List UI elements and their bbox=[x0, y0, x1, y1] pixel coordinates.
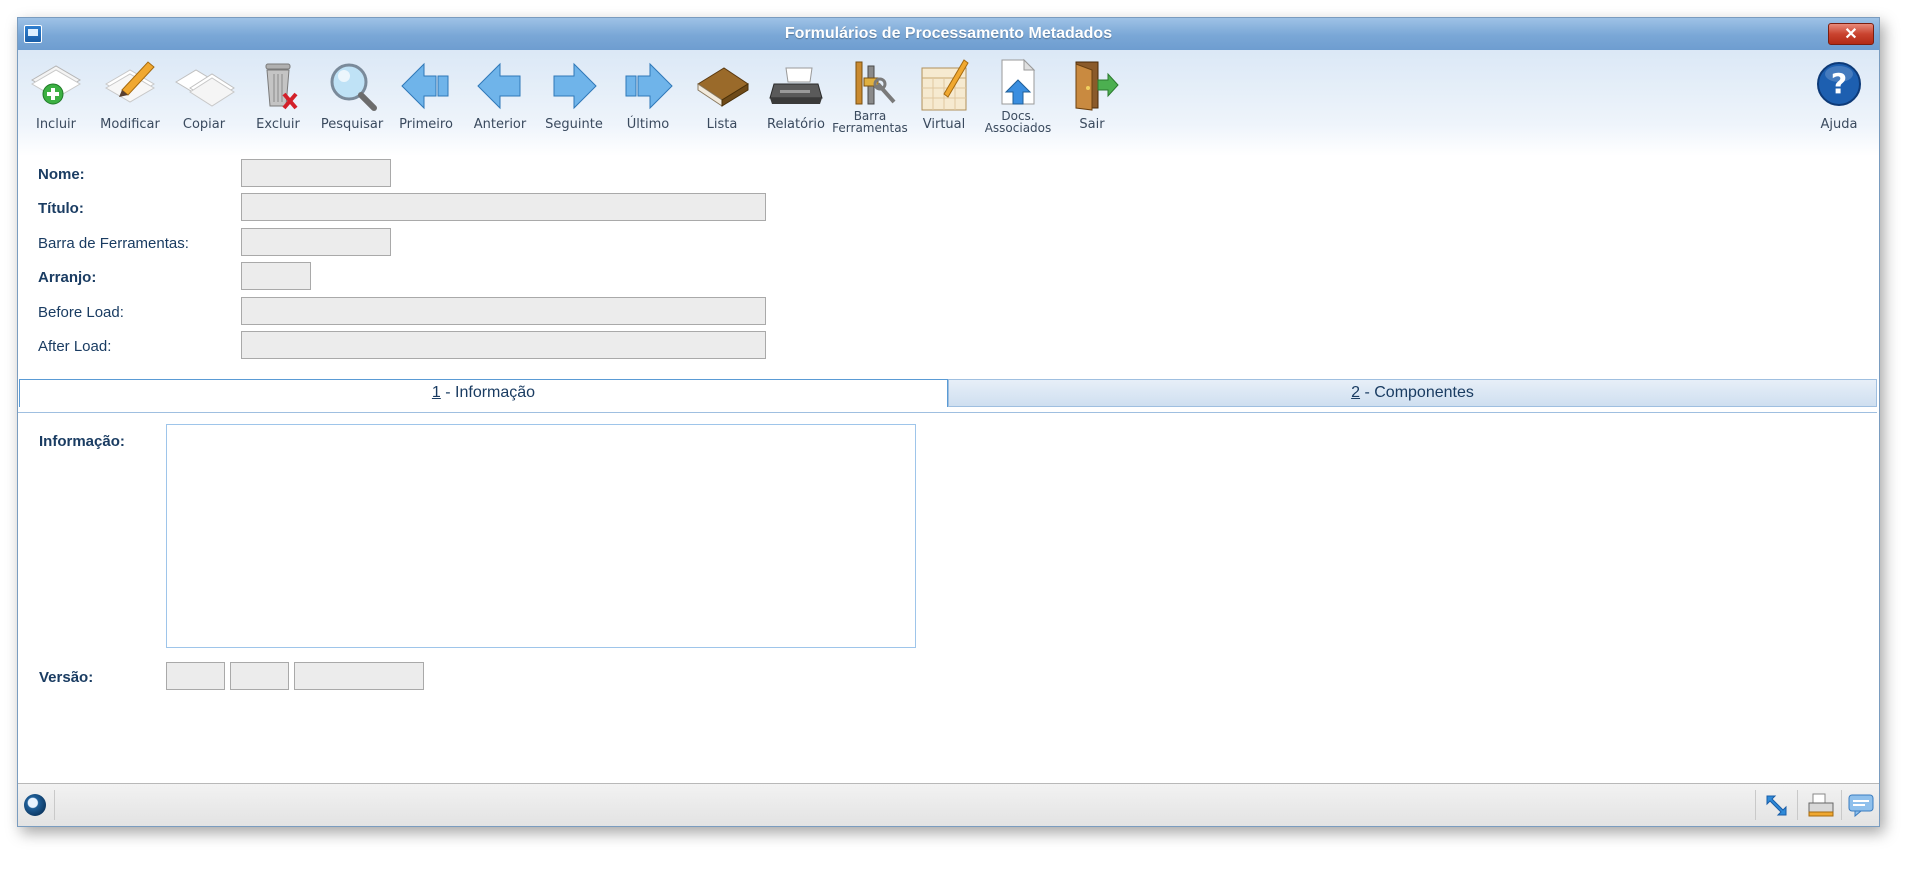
after-load-label: After Load: bbox=[38, 338, 112, 355]
add-icon bbox=[31, 65, 81, 105]
seguinte-button[interactable]: Seguinte bbox=[536, 54, 612, 150]
barra-ferramentas-label: Barra de Ferramentas: bbox=[38, 235, 189, 252]
before-load-label: Before Load: bbox=[38, 304, 124, 321]
printer-settings-icon[interactable] bbox=[1807, 792, 1835, 818]
lista-button[interactable]: Lista bbox=[684, 54, 760, 150]
tab-componentes-label: - Componentes bbox=[1360, 384, 1474, 401]
pesquisar-button[interactable]: Pesquisar bbox=[314, 54, 390, 150]
ultimo-label: Último bbox=[626, 117, 670, 132]
edit-icon bbox=[105, 61, 155, 103]
docs-associados-button[interactable]: Docs. Associados bbox=[980, 54, 1056, 150]
title-bar[interactable]: Formulários de Processamento Metadados ✕ bbox=[18, 18, 1879, 51]
barra-ferramentas-input[interactable] bbox=[241, 228, 391, 256]
tab-informacao-label: - Informação bbox=[440, 384, 536, 401]
sair-label: Sair bbox=[1079, 117, 1105, 132]
exit-door-icon bbox=[1075, 61, 1119, 111]
close-button[interactable]: ✕ bbox=[1828, 23, 1874, 45]
incluir-button[interactable]: Incluir bbox=[18, 54, 94, 150]
last-arrow-icon bbox=[625, 62, 673, 110]
window-title: Formulários de Processamento Metadados bbox=[784, 25, 1113, 42]
incluir-label: Incluir bbox=[35, 117, 77, 132]
versao-label: Versão: bbox=[39, 669, 94, 686]
ultimo-button[interactable]: Último bbox=[610, 54, 686, 150]
trash-icon bbox=[265, 63, 298, 110]
tab-informacao[interactable]: 1 - Informação bbox=[19, 379, 948, 407]
excluir-label: Excluir bbox=[256, 117, 300, 132]
barra-ferramentas-button[interactable]: Barra Ferramentas bbox=[832, 54, 908, 150]
primeiro-button[interactable]: Primeiro bbox=[388, 54, 464, 150]
titulo-label: Título: bbox=[38, 200, 84, 217]
informacao-label: Informação: bbox=[39, 433, 125, 450]
svg-text:?: ? bbox=[1831, 67, 1847, 100]
after-load-input[interactable] bbox=[241, 331, 766, 359]
pesquisar-label: Pesquisar bbox=[320, 117, 384, 132]
previous-arrow-icon bbox=[477, 62, 521, 110]
ajuda-label: Ajuda bbox=[1820, 117, 1858, 132]
anterior-label: Anterior bbox=[473, 117, 527, 132]
status-separator bbox=[54, 790, 55, 820]
relatorio-label: Relatório bbox=[767, 117, 825, 132]
ajuda-button[interactable]: ? Ajuda bbox=[1801, 54, 1877, 150]
tab-componentes[interactable]: 2 - Componentes bbox=[948, 379, 1877, 407]
versao-minor-input[interactable] bbox=[230, 662, 289, 690]
versao-build-input[interactable] bbox=[294, 662, 424, 690]
chat-message-icon[interactable] bbox=[1847, 792, 1875, 818]
tab-informacao-key: 1 bbox=[431, 384, 441, 401]
nome-label: Nome: bbox=[38, 166, 85, 183]
first-arrow-icon bbox=[401, 62, 449, 110]
status-bar bbox=[18, 783, 1879, 826]
primeiro-label: Primeiro bbox=[399, 117, 453, 132]
before-load-input[interactable] bbox=[241, 297, 766, 325]
nome-input[interactable] bbox=[241, 159, 391, 187]
arranjo-label: Arranjo: bbox=[38, 269, 97, 286]
copy-icon bbox=[175, 69, 235, 107]
toolbar: Incluir Modificar Copiar Excluir Pesquis… bbox=[18, 50, 1879, 156]
barra-ferramentas-label-line2: Ferramentas bbox=[832, 121, 908, 135]
tools-icon bbox=[855, 61, 896, 105]
copiar-button[interactable]: Copiar bbox=[166, 54, 242, 150]
expand-arrow-icon[interactable] bbox=[1763, 792, 1791, 818]
virtual-icon bbox=[921, 59, 969, 111]
status-separator bbox=[1797, 790, 1798, 820]
docs-associados-label-line2: Associados bbox=[984, 121, 1052, 135]
tab-panel-informacao: Informação: Versão: bbox=[18, 412, 1877, 784]
status-separator bbox=[1841, 790, 1842, 820]
sair-button[interactable]: Sair bbox=[1054, 54, 1130, 150]
help-icon: ? bbox=[1817, 62, 1861, 106]
modificar-label: Modificar bbox=[100, 117, 160, 132]
book-icon bbox=[697, 67, 749, 107]
next-arrow-icon bbox=[553, 62, 597, 110]
docs-upload-icon bbox=[1001, 58, 1036, 105]
titulo-input[interactable] bbox=[241, 193, 766, 221]
modificar-button[interactable]: Modificar bbox=[92, 54, 168, 150]
lista-label: Lista bbox=[706, 117, 738, 132]
informacao-textarea[interactable] bbox=[166, 424, 916, 648]
virtual-button[interactable]: Virtual bbox=[906, 54, 982, 150]
arranjo-input[interactable] bbox=[241, 262, 311, 290]
anterior-button[interactable]: Anterior bbox=[462, 54, 538, 150]
excluir-button[interactable]: Excluir bbox=[240, 54, 316, 150]
versao-major-input[interactable] bbox=[166, 662, 225, 690]
status-separator bbox=[1755, 790, 1756, 820]
main-window: Formulários de Processamento Metadados ✕… bbox=[17, 17, 1880, 827]
globe-icon[interactable] bbox=[24, 794, 46, 816]
search-icon bbox=[330, 63, 377, 111]
printer-icon bbox=[769, 67, 823, 104]
tab-componentes-key: 2 bbox=[1351, 384, 1361, 401]
copiar-label: Copiar bbox=[182, 117, 226, 132]
seguinte-label: Seguinte bbox=[545, 117, 603, 132]
relatorio-button[interactable]: Relatório bbox=[758, 54, 834, 150]
virtual-label: Virtual bbox=[922, 117, 966, 132]
